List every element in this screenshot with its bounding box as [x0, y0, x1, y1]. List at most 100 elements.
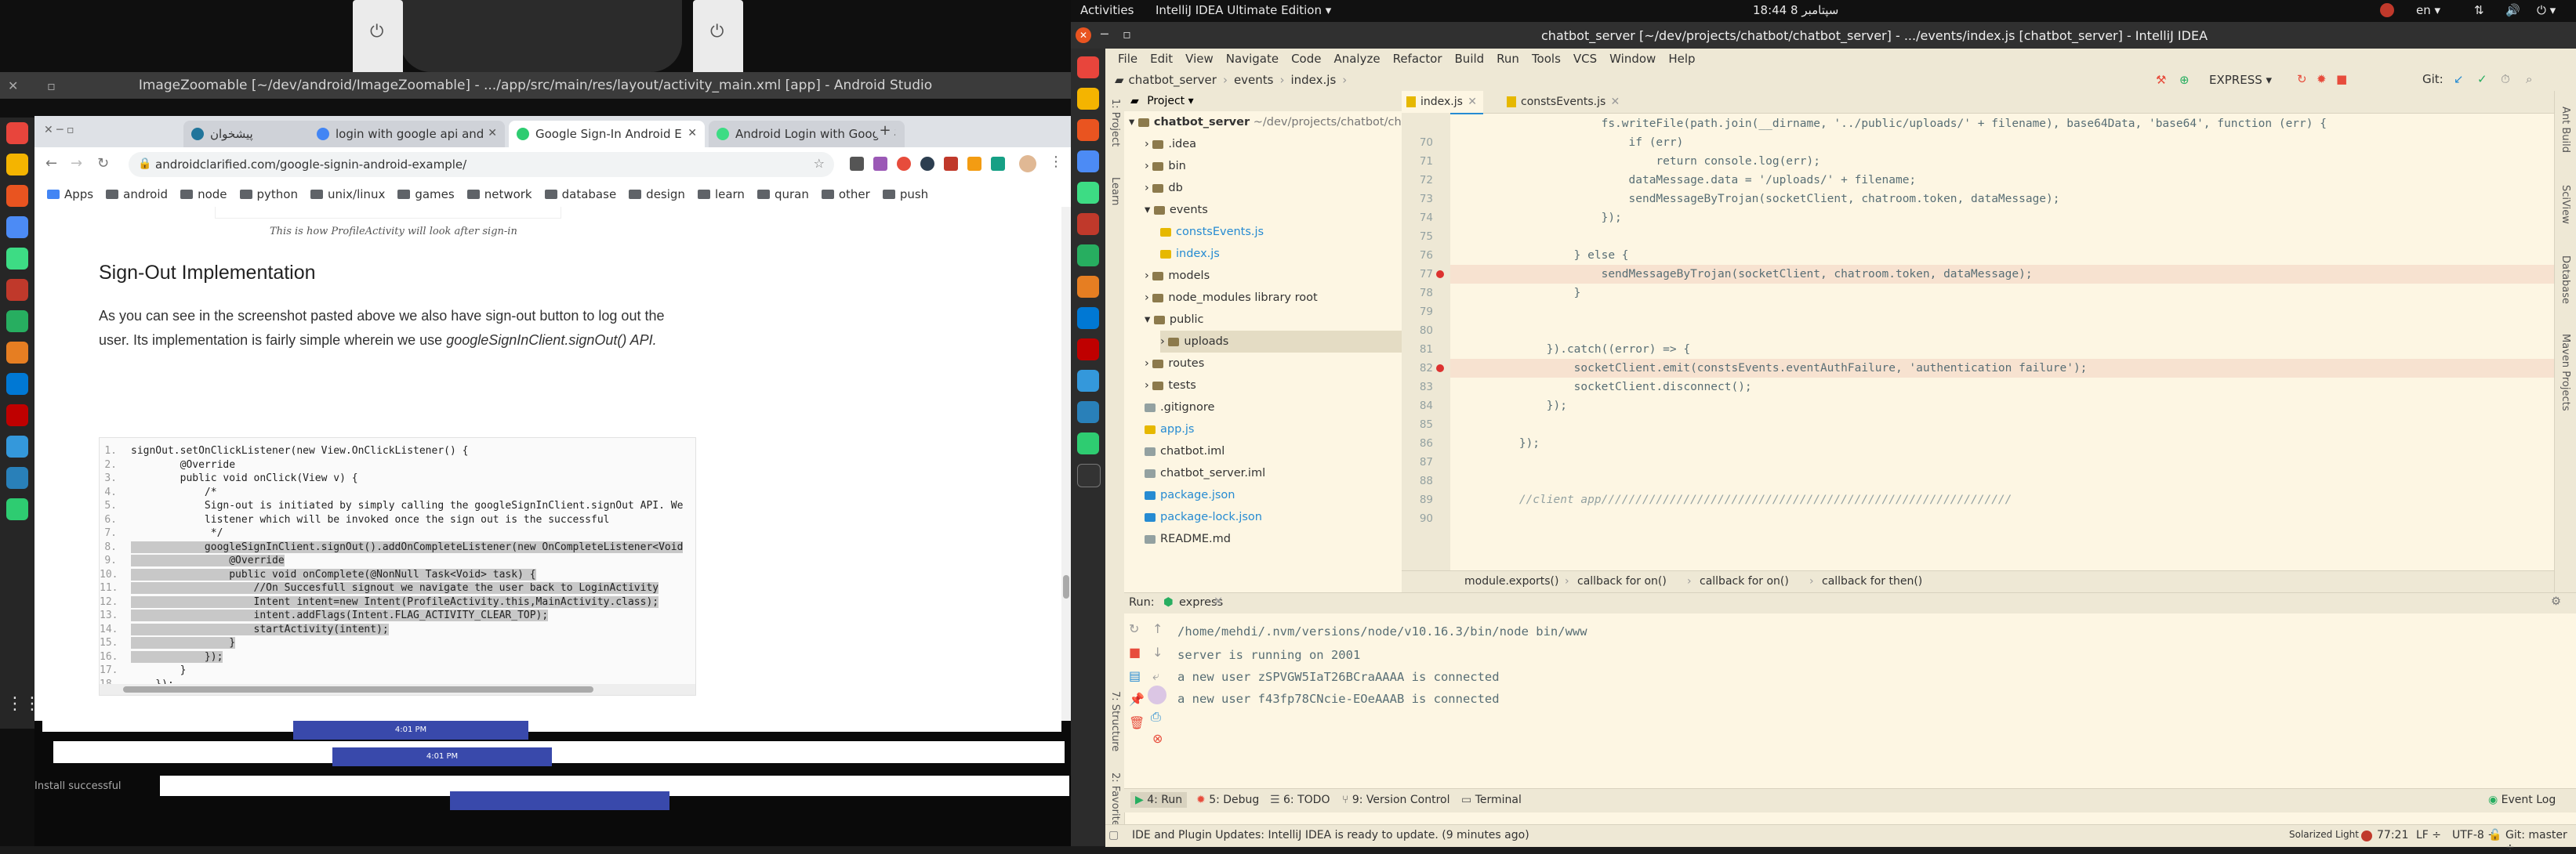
breadcrumb-project[interactable]: chatbot_server: [1129, 73, 1217, 87]
android-studio-titlebar[interactable]: ✕ ▫ ImageZoomable [~/dev/android/ImageZo…: [0, 72, 1071, 99]
code-line[interactable]: });: [1464, 208, 1622, 227]
window-controls[interactable]: ✕ ─ ▫: [44, 124, 74, 136]
menu-code[interactable]: Code: [1291, 52, 1321, 66]
extension-icon[interactable]: [873, 157, 887, 171]
tree-item[interactable]: › db: [1145, 177, 1183, 199]
sourcetree-icon[interactable]: [6, 310, 28, 332]
reload-icon[interactable]: ↻: [97, 155, 109, 172]
rerun-icon[interactable]: ↻: [1129, 621, 1139, 636]
extension-icon[interactable]: [920, 157, 934, 171]
code-line[interactable]: }: [1464, 284, 1581, 302]
code-line[interactable]: sendMessageByTrojan(socketClient, chatro…: [1464, 265, 2033, 284]
tree-item[interactable]: .gitignore: [1145, 396, 1214, 418]
menu-build[interactable]: Build: [1455, 52, 1485, 66]
tree-item[interactable]: › uploads: [1160, 331, 1402, 353]
intellij-titlebar[interactable]: ✕ ─ ▫ chatbot_server [~/dev/projects/cha…: [1071, 22, 2576, 49]
tree-item[interactable]: › bin: [1145, 155, 1186, 177]
back-icon[interactable]: ←: [45, 155, 57, 172]
code-line[interactable]: } else {: [1464, 246, 1629, 265]
code-area[interactable]: fs.writeFile(path.join(__dirname, '../pu…: [1402, 113, 2554, 570]
error-indicator-icon[interactable]: [2361, 830, 2372, 841]
clock[interactable]: 18:44 8 سپتامبر: [1753, 3, 1838, 17]
menu-view[interactable]: View: [1185, 52, 1214, 66]
chevron-down-icon[interactable]: ▾: [1145, 313, 1154, 326]
code-line[interactable]: return console.log(err);: [1464, 152, 1820, 171]
menu-run[interactable]: Run: [1497, 52, 1519, 66]
bookmark-folder[interactable]: games: [397, 187, 455, 201]
network-icon[interactable]: [6, 436, 28, 458]
chevron-right-icon[interactable]: ›: [1145, 357, 1152, 370]
terminal-icon[interactable]: [1077, 464, 1101, 487]
sourcetree-icon[interactable]: [1077, 244, 1099, 266]
tree-item[interactable]: › models: [1145, 265, 1210, 287]
docs-icon[interactable]: [6, 216, 28, 238]
close-icon[interactable]: ✕: [8, 78, 18, 93]
tab-login-google-api[interactable]: login with google api and ✕: [309, 121, 505, 147]
bookmark-folder[interactable]: design: [629, 187, 685, 201]
breadcrumb-file[interactable]: index.js: [1290, 73, 1336, 87]
code-line[interactable]: });: [1464, 434, 1540, 453]
wrap-icon[interactable]: ⤶: [1152, 668, 1159, 684]
scroll-end-icon[interactable]: [1148, 686, 1166, 704]
clear-icon[interactable]: ⊗: [1152, 731, 1163, 746]
sciview-tool-button[interactable]: SciView: [2560, 185, 2571, 224]
tree-item[interactable]: package-lock.json: [1145, 506, 1262, 528]
theme-indicator[interactable]: Solarized Light: [2289, 829, 2359, 840]
stop-icon[interactable]: ■: [1129, 645, 1141, 660]
close-icon[interactable]: ✕: [1468, 91, 1477, 113]
layout-icon[interactable]: ▢: [1108, 829, 1119, 841]
crumb-item[interactable]: callback for then(): [1822, 575, 1922, 588]
extension-icon[interactable]: [991, 157, 1005, 171]
tree-item[interactable]: package.json: [1145, 484, 1235, 506]
line-separator[interactable]: LF ÷: [2416, 829, 2441, 841]
run-config-selector[interactable]: EXPRESS ▾: [2209, 73, 2272, 87]
vpn-icon[interactable]: [1077, 401, 1099, 423]
tab-consts-events[interactable]: constsEvents.js ✕: [1502, 91, 1626, 113]
software-icon[interactable]: [1077, 119, 1099, 141]
bookmark-folder[interactable]: push: [882, 187, 928, 201]
tree-item[interactable]: › node_modules library root: [1145, 287, 1318, 309]
avatar[interactable]: [1019, 155, 1036, 172]
favorites-tool-button[interactable]: 2: Favorites: [1109, 773, 1121, 832]
todo-tool-button[interactable]: ☰ 6: TODO: [1270, 794, 1330, 806]
history-icon[interactable]: ⏱: [2501, 72, 2510, 86]
sublime-icon[interactable]: [6, 342, 28, 364]
database-tool-button[interactable]: Database: [2560, 255, 2571, 304]
volume-popup-right[interactable]: ⏻: [693, 0, 743, 78]
new-tab-button[interactable]: +: [875, 121, 895, 141]
debug-tool-button[interactable]: ✹ 5: Debug: [1196, 794, 1259, 806]
bookmark-folder[interactable]: unix/linux: [310, 187, 385, 201]
chat-icon[interactable]: [6, 498, 28, 520]
git-branch[interactable]: Git: master ÷: [2505, 829, 2576, 854]
intellij-icon[interactable]: [1077, 213, 1099, 235]
extension-icon[interactable]: [897, 157, 911, 171]
scrollbar-thumb[interactable]: [1063, 575, 1069, 599]
language-selector[interactable]: en ▾: [2416, 3, 2440, 17]
extension-icon[interactable]: [944, 157, 958, 171]
docs-icon[interactable]: [1077, 150, 1099, 172]
menu-analyze[interactable]: Analyze: [1333, 52, 1380, 66]
activities-button[interactable]: Activities: [1080, 3, 1134, 17]
chrome-icon[interactable]: [1077, 56, 1099, 78]
bookmark-folder[interactable]: learn: [697, 187, 745, 201]
code-line[interactable]: }).catch((error) => {: [1464, 340, 1690, 359]
tab-index-js[interactable]: index.js ✕: [1402, 91, 1483, 114]
tree-item[interactable]: constsEvents.js: [1160, 221, 1264, 243]
project-tool-button[interactable]: 1: Project: [1109, 99, 1121, 147]
extension-icon[interactable]: [850, 157, 864, 171]
crumb-item[interactable]: callback for on(): [1577, 575, 1667, 588]
code-line[interactable]: socketClient.disconnect();: [1464, 378, 1752, 396]
lock-icon[interactable]: 🔓: [2488, 829, 2502, 841]
chat-icon[interactable]: [1077, 432, 1099, 454]
android-icon[interactable]: [6, 248, 28, 270]
tab-google-signin[interactable]: Google Sign-In Android E ✕: [509, 121, 705, 147]
vscode-icon[interactable]: [1077, 307, 1099, 329]
files-icon[interactable]: [1077, 88, 1099, 110]
menu-refactor[interactable]: Refactor: [1393, 52, 1442, 66]
code-line[interactable]: socketClient.emit(constsEvents.eventAuth…: [1464, 359, 2088, 378]
coverage-icon[interactable]: ⊕: [2179, 73, 2190, 87]
code-line[interactable]: });: [1464, 396, 1567, 415]
code-line[interactable]: fs.writeFile(path.join(__dirname, '../pu…: [1464, 114, 2327, 133]
menu-icon[interactable]: ⋮: [1049, 154, 1063, 170]
minimize-icon[interactable]: ─: [1101, 27, 1108, 42]
